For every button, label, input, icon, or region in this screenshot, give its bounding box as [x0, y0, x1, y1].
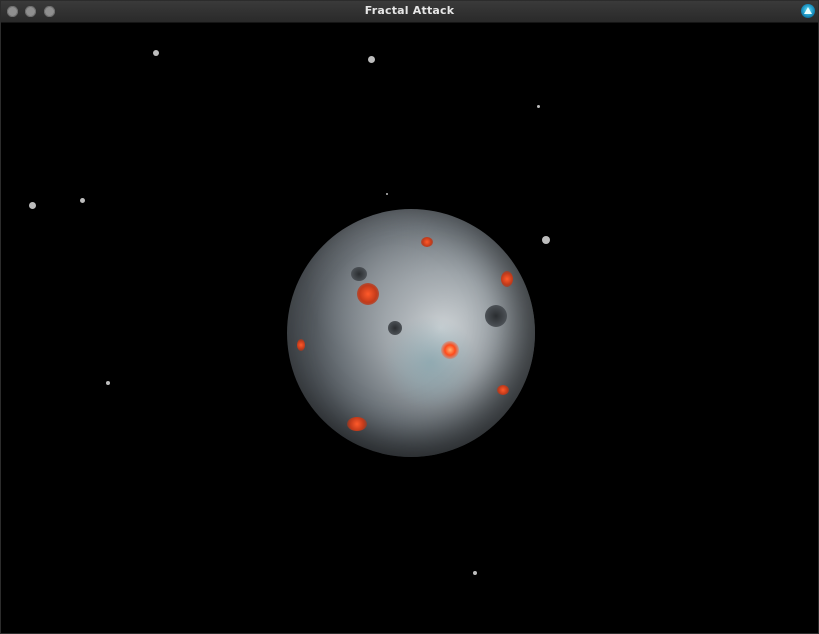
fractal-planet[interactable] [287, 209, 535, 457]
lava-crater [357, 283, 379, 305]
asteroid [153, 50, 159, 56]
lava-crater [297, 339, 305, 351]
impact-crater [485, 305, 507, 327]
lava-crater [501, 271, 513, 287]
asteroid [29, 202, 36, 209]
window-title: Fractal Attack [364, 4, 455, 17]
asteroid [542, 236, 550, 244]
impact-crater [388, 321, 402, 335]
asteroid [80, 198, 85, 203]
lava-glow [441, 341, 459, 359]
lava-crater [421, 237, 433, 247]
game-viewport[interactable] [1, 23, 818, 633]
app-icon[interactable] [801, 4, 815, 18]
asteroid [473, 571, 477, 575]
lava-crater [497, 385, 509, 395]
lava-crater [347, 417, 367, 431]
asteroid [106, 381, 110, 385]
impact-crater [351, 267, 367, 281]
asteroid [386, 193, 388, 195]
asteroid [537, 105, 540, 108]
title-bar[interactable]: Fractal Attack [1, 1, 818, 23]
app-window: Fractal Attack [0, 0, 819, 634]
asteroid [368, 56, 375, 63]
